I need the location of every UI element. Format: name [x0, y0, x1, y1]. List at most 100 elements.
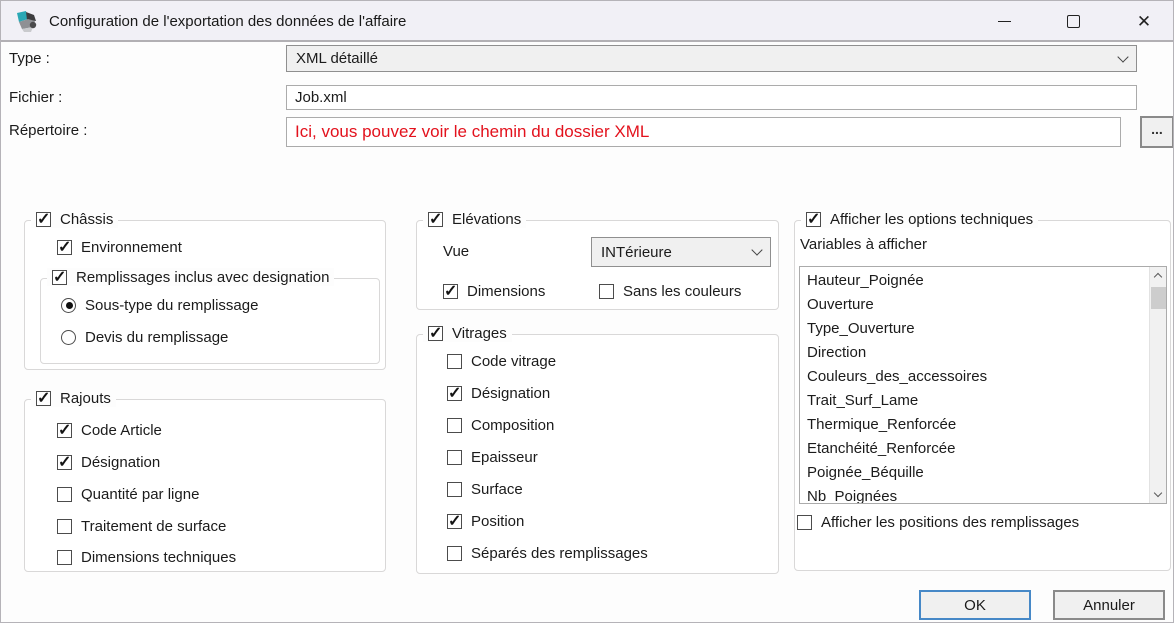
rajouts-checkbox[interactable]: Rajouts: [31, 389, 116, 407]
list-item[interactable]: Hauteur_Poignée: [800, 269, 1148, 293]
position-checkbox[interactable]: Position: [447, 512, 524, 530]
elevations-checkbox[interactable]: Elévations: [423, 210, 526, 228]
group-elevations: Elévations Vue INTérieure Dimensions San…: [416, 220, 779, 310]
options-techniques-checkbox[interactable]: Afficher les options techniques: [801, 210, 1038, 228]
repertoire-label: Répertoire :: [9, 122, 87, 139]
elevations-label: Elévations: [452, 211, 521, 228]
type-select[interactable]: XML détaillé: [286, 45, 1137, 72]
dialog-title: Configuration de l'exportation des donné…: [49, 1, 406, 42]
chevron-down-icon: [751, 244, 762, 255]
checkbox-icon: [806, 212, 821, 227]
scrollbar[interactable]: [1149, 267, 1166, 503]
group-options-techniques: Afficher les options techniques Variable…: [794, 220, 1171, 571]
separes-checkbox[interactable]: Séparés des remplissages: [447, 544, 648, 562]
checkbox-icon: [57, 423, 72, 438]
radio-devis[interactable]: Devis du remplissage: [61, 328, 228, 346]
remplissages-checkbox[interactable]: Remplissages inclus avec designation: [47, 268, 334, 286]
dimensions-techniques-checkbox[interactable]: Dimensions techniques: [57, 548, 236, 566]
checkbox-icon: [447, 418, 462, 433]
repertoire-input-value: Ici, vous pouvez voir le chemin du dossi…: [295, 122, 649, 142]
list-item[interactable]: Couleurs_des_accessoires: [800, 365, 1148, 389]
list-item[interactable]: Direction: [800, 341, 1148, 365]
list-item[interactable]: Etanchéité_Renforcée: [800, 437, 1148, 461]
fichier-input[interactable]: Job.xml: [286, 85, 1137, 110]
remplissages-label: Remplissages inclus avec designation: [76, 269, 329, 286]
fichier-input-value: Job.xml: [295, 89, 347, 106]
checkbox-icon: [52, 270, 67, 285]
traitement-checkbox[interactable]: Traitement de surface: [57, 517, 226, 535]
surface-label: Surface: [471, 481, 523, 498]
ok-button[interactable]: OK: [919, 590, 1031, 620]
export-config-dialog: Configuration de l'exportation des donné…: [0, 0, 1174, 623]
checkbox-icon: [447, 514, 462, 529]
sans-couleurs-label: Sans les couleurs: [623, 283, 741, 300]
code-vitrage-checkbox[interactable]: Code vitrage: [447, 352, 556, 370]
dimensions-label: Dimensions: [467, 283, 545, 300]
environnement-checkbox[interactable]: Environnement: [57, 238, 182, 256]
repertoire-input[interactable]: Ici, vous pouvez voir le chemin du dossi…: [286, 117, 1121, 147]
composition-label: Composition: [471, 417, 554, 434]
group-remplissages: Remplissages inclus avec designation Sou…: [40, 278, 380, 364]
chevron-down-icon: [1154, 489, 1162, 497]
dimensions-checkbox[interactable]: Dimensions: [443, 282, 545, 300]
radio-sous-type[interactable]: Sous-type du remplissage: [61, 296, 258, 314]
group-chassis: Châssis Environnement Remplissages inclu…: [24, 220, 386, 370]
list-item[interactable]: Nb_Poignées: [800, 485, 1148, 503]
list-item[interactable]: Trait_Surf_Lame: [800, 389, 1148, 413]
chassis-label: Châssis: [60, 211, 113, 228]
variables-list: Hauteur_Poignée Ouverture Type_Ouverture…: [800, 269, 1148, 503]
list-item[interactable]: Thermique_Renforcée: [800, 413, 1148, 437]
maximize-button[interactable]: [1050, 1, 1096, 41]
scrollbar-thumb[interactable]: [1151, 287, 1166, 309]
scroll-down-button[interactable]: [1150, 486, 1166, 503]
maximize-icon: [1067, 15, 1080, 28]
checkbox-icon: [447, 546, 462, 561]
rajouts-label: Rajouts: [60, 390, 111, 407]
list-item[interactable]: Poignée_Béquille: [800, 461, 1148, 485]
sans-couleurs-checkbox[interactable]: Sans les couleurs: [599, 282, 741, 300]
variables-label: Variables à afficher: [800, 236, 927, 253]
traitement-label: Traitement de surface: [81, 518, 226, 535]
checkbox-icon: [447, 450, 462, 465]
close-icon: ✕: [1137, 13, 1151, 30]
fichier-label: Fichier :: [9, 89, 62, 106]
options-techniques-label: Afficher les options techniques: [830, 211, 1033, 228]
checkbox-icon: [36, 391, 51, 406]
epaisseur-checkbox[interactable]: Epaisseur: [447, 448, 538, 466]
designation-checkbox[interactable]: Désignation: [57, 453, 160, 471]
minimize-button[interactable]: [981, 1, 1027, 41]
browse-button[interactable]: ...: [1140, 116, 1174, 148]
quantite-checkbox[interactable]: Quantité par ligne: [57, 485, 199, 503]
variables-listbox[interactable]: Hauteur_Poignée Ouverture Type_Ouverture…: [799, 266, 1167, 504]
group-rajouts: Rajouts Code Article Désignation Quantit…: [24, 399, 386, 572]
title-bar: Configuration de l'exportation des donné…: [1, 1, 1173, 42]
close-button[interactable]: ✕: [1121, 1, 1167, 41]
checkbox-icon: [443, 284, 458, 299]
dimensions-techniques-label: Dimensions techniques: [81, 549, 236, 566]
vue-label: Vue: [443, 243, 469, 260]
position-label: Position: [471, 513, 524, 530]
radio-icon: [61, 330, 76, 345]
list-item[interactable]: Ouverture: [800, 293, 1148, 317]
scroll-up-button[interactable]: [1150, 267, 1166, 284]
checkbox-icon: [797, 515, 812, 530]
vitrages-checkbox[interactable]: Vitrages: [423, 324, 512, 342]
chassis-checkbox[interactable]: Châssis: [31, 210, 118, 228]
quantite-label: Quantité par ligne: [81, 486, 199, 503]
checkbox-icon: [57, 455, 72, 470]
code-vitrage-label: Code vitrage: [471, 353, 556, 370]
checkbox-icon: [599, 284, 614, 299]
code-article-checkbox[interactable]: Code Article: [57, 421, 162, 439]
cancel-button[interactable]: Annuler: [1053, 590, 1165, 620]
positions-remplissages-checkbox[interactable]: Afficher les positions des remplissages: [797, 513, 1079, 531]
surface-checkbox[interactable]: Surface: [447, 480, 523, 498]
vue-select-value: INTérieure: [601, 244, 672, 261]
vue-select[interactable]: INTérieure: [591, 237, 771, 267]
list-item[interactable]: Type_Ouverture: [800, 317, 1148, 341]
vitrages-label: Vitrages: [452, 325, 507, 342]
vitrage-designation-label: Désignation: [471, 385, 550, 402]
composition-checkbox[interactable]: Composition: [447, 416, 554, 434]
checkbox-icon: [428, 212, 443, 227]
checkbox-icon: [57, 550, 72, 565]
vitrage-designation-checkbox[interactable]: Désignation: [447, 384, 550, 402]
